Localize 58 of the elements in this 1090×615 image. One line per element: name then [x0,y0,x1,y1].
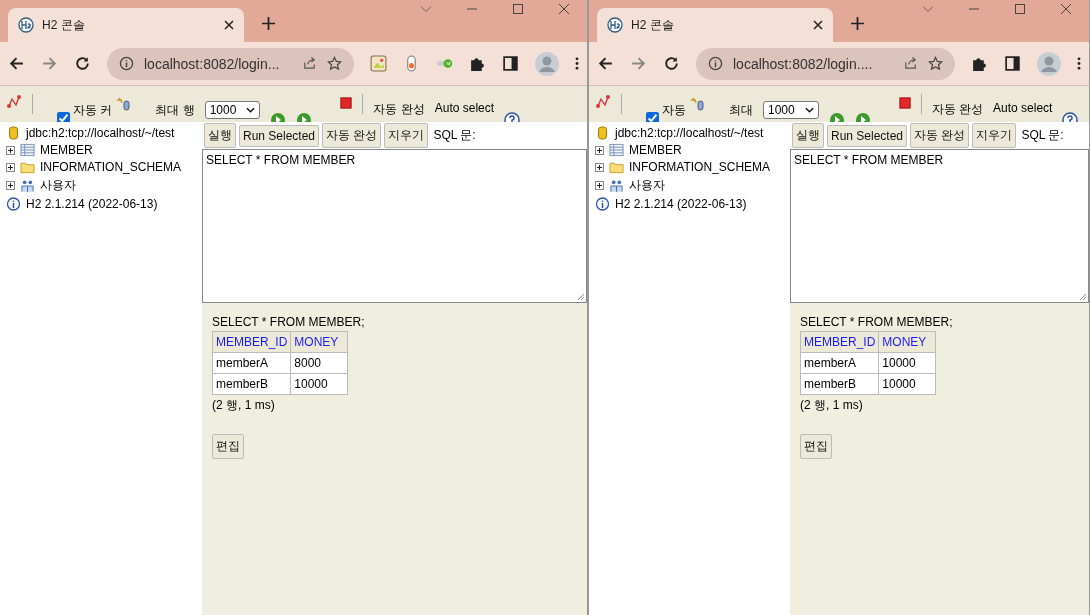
table-cell: 10000 [878,373,936,395]
sql-button[interactable]: 실행 [204,123,236,148]
browser-tab[interactable]: H2 콘솔 [597,8,833,42]
column-header[interactable]: MEMBER_ID [212,331,291,353]
max-rows-label: 최대 [729,102,753,119]
sql-button[interactable]: Run Selected [827,124,908,147]
max-rows-select[interactable]: 1000 [204,101,261,119]
sql-label: SQL 문: [433,127,476,144]
table-cell: 8000 [290,352,348,374]
url-text: localhost:8082/login.... [733,55,873,72]
sql-button[interactable]: 자동 완성 [910,123,970,148]
autocomplete-label: 자동 완성 [931,101,984,118]
column-header[interactable]: MEMBER_ID [800,331,879,353]
address-bar[interactable]: localhost:8082/login... [107,47,354,80]
sql-editor[interactable]: SELECT * FROM MEMBER [202,149,587,303]
auto-select-label: Auto select [993,101,1053,115]
version-text: H2 2.1.214 (2022-06-13) [615,197,747,211]
sql-button[interactable]: 지우기 [972,123,1017,148]
address-bar[interactable]: localhost:8082/login.... [696,47,955,80]
autocomplete-label: 자동 완성 [373,101,425,118]
url-text: localhost:8082/login... [144,55,280,72]
sql-button[interactable]: 자동 완성 [322,123,382,148]
tree-item[interactable]: MEMBER [629,143,682,157]
result-summary: (2 행, 1 ms) [212,397,275,414]
table-cell: memberB [800,373,879,395]
tree-item[interactable]: 사용자 [40,177,76,194]
version-text: H2 2.1.214 (2022-06-13) [26,197,158,211]
table-cell: memberB [212,373,291,395]
edit-button[interactable]: 편집 [800,434,832,459]
connection-url[interactable]: jdbc:h2:tcp://localhost/~/test [26,126,175,140]
tree-item[interactable]: INFORMATION_SCHEMA [629,160,771,174]
result-statement: SELECT * FROM MEMBER; [212,315,365,329]
max-rows-label: 최대 행 [155,102,195,119]
table-cell: 10000 [290,373,348,395]
auto-commit-label: 자동 [662,102,686,119]
table-cell: memberA [800,352,879,374]
sql-button[interactable]: 실행 [792,123,824,148]
sql-label: SQL 문: [1021,127,1064,144]
sql-button[interactable]: 지우기 [384,123,429,148]
max-rows-select[interactable]: 1000 [763,101,819,119]
auto-commit-label: 자동 커 [73,102,113,119]
table-cell: 10000 [878,352,936,374]
tab-title: H2 콘솔 [42,16,86,34]
tree-item[interactable]: INFORMATION_SCHEMA [40,160,182,174]
column-header[interactable]: MONEY [878,331,936,353]
edit-button[interactable]: 편집 [212,434,244,459]
tree-item[interactable]: MEMBER [40,143,93,157]
table-cell: memberA [212,352,291,374]
auto-select-label: Auto select [434,101,495,115]
connection-url[interactable]: jdbc:h2:tcp://localhost/~/test [615,126,764,140]
result-summary: (2 행, 1 ms) [800,397,863,414]
column-header[interactable]: MONEY [290,331,348,353]
browser-tab[interactable]: H2 콘솔 [8,8,244,42]
result-statement: SELECT * FROM MEMBER; [800,315,953,329]
tree-item[interactable]: 사용자 [629,177,665,194]
tab-title: H2 콘솔 [631,16,675,34]
sql-editor[interactable]: SELECT * FROM MEMBER [790,149,1089,303]
sql-button[interactable]: Run Selected [239,124,320,147]
